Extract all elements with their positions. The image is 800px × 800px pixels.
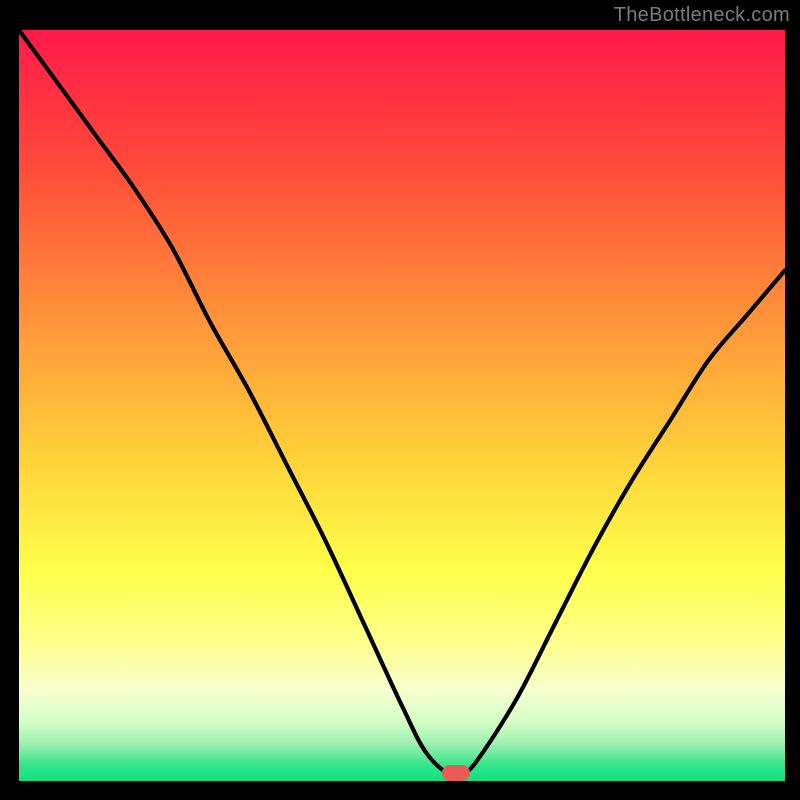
chart-curve xyxy=(19,30,785,781)
watermark-text: TheBottleneck.com xyxy=(614,4,790,27)
sweet-spot-marker xyxy=(442,765,470,781)
chart-frame xyxy=(15,30,785,785)
